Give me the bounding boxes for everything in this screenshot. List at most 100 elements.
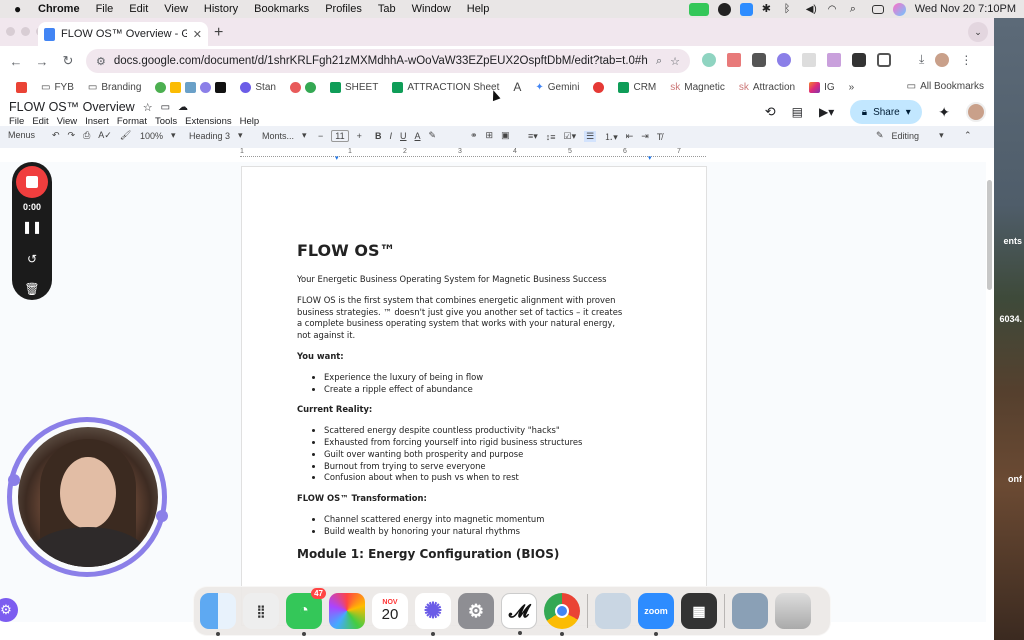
editing-mode-select[interactable]: ✎ Editing ▾ [876,130,944,141]
checklist-icon[interactable]: ☑▾ [564,131,577,142]
site-info-icon[interactable]: ⚙ [96,55,106,68]
webcam-resize-handle[interactable] [8,474,20,486]
bookmark-gemini[interactable]: ✦ Gemini [535,82,579,93]
pause-icon[interactable]: ❚❚ [12,220,52,234]
menubar-clock[interactable]: Wed Nov 20 7:10PM [915,3,1016,15]
extension-1-icon[interactable] [702,52,716,67]
bookmark-red-circle[interactable] [593,81,605,93]
bookmark-app-icon[interactable] [185,81,197,93]
sunburst-app-icon[interactable]: ✺ [415,593,451,636]
launchpad-icon[interactable]: ⣿ [243,593,279,629]
bookmark-a[interactable]: A [513,80,521,94]
webcam-resize-handle[interactable] [156,510,168,522]
star-icon[interactable]: ☆ [143,101,153,114]
messages-icon[interactable]: ◔ 47 [286,588,326,636]
text-color-icon[interactable]: A [415,131,421,141]
menubar-app-name[interactable]: Chrome [38,3,80,15]
scrollbar-thumb[interactable] [987,180,992,290]
menubar-view[interactable]: View [164,3,188,15]
menubar-window[interactable]: Window [412,3,451,15]
bookmark-branding[interactable]: ▭ Branding [88,82,141,93]
calendar-icon[interactable]: NOV 20 [372,593,408,629]
hide-menus-chevron-icon[interactable]: ⌃ [964,130,972,141]
webcam-bubble[interactable] [18,427,158,567]
menubar-bookmarks[interactable]: Bookmarks [254,3,309,15]
tab-search-chevron-icon[interactable]: ⌄ [968,22,988,42]
restart-icon[interactable]: ↺ [12,252,52,266]
redo-icon[interactable]: ↷ [68,130,76,141]
canva-icon[interactable] [155,81,167,93]
version-history-icon[interactable]: ⟲ [765,104,776,120]
italic-icon[interactable]: I [390,131,393,141]
align-icon[interactable]: ≡▾ [528,131,538,142]
gemini-sparkle-icon[interactable]: ✦ [938,104,950,121]
forward-arrow-icon[interactable]: → [34,54,50,69]
increase-font-size-icon[interactable]: + [357,131,362,141]
clear-formatting-icon[interactable]: T̸ [657,132,663,142]
photos-icon[interactable] [329,593,365,629]
spotlight-search-icon[interactable]: ⌕ [850,3,863,16]
wifi-icon[interactable]: ◠ [828,3,841,16]
vertical-scrollbar[interactable] [986,160,994,622]
reload-icon[interactable]: ↻ [60,53,76,69]
bookmark-sheet[interactable]: SHEET [329,81,378,93]
siri-icon[interactable] [892,2,906,16]
bulleted-list-icon[interactable]: ☰ [584,131,597,142]
add-comment-icon[interactable]: ⊞ [486,130,494,141]
comments-icon[interactable]: ▤ [792,105,803,119]
zoom-status-icon[interactable] [739,2,753,16]
doc-title[interactable]: FLOW OS™ Overview [9,100,135,114]
volume-icon[interactable]: ◀) [806,3,819,16]
menus-search[interactable]: Menus [8,130,35,140]
font-size-input[interactable]: 11 [331,130,349,142]
underline-icon[interactable]: U [400,131,407,141]
numbered-list-icon[interactable]: ⒈▾ [604,130,618,143]
all-bookmarks[interactable]: ▭ All Bookmarks [907,81,984,92]
bookmarks-overflow-chevron-icon[interactable]: » [849,82,855,93]
finder-icon[interactable] [200,593,236,636]
recent-app-icon[interactable] [595,593,631,629]
trash-icon[interactable] [775,593,811,629]
stop-recording-button[interactable] [16,166,48,198]
menubar-file[interactable]: File [96,3,114,15]
bookmark-fyb[interactable]: ▭ FYB [41,82,74,93]
share-button[interactable]: 🔒︎ Share ▾ [850,100,923,124]
paint-format-icon[interactable]: 🖌︎ [120,130,131,141]
downloads-stack-icon[interactable] [732,593,768,629]
menubar-edit[interactable]: Edit [129,3,148,15]
meet-video-icon[interactable]: ▶▾ [819,105,834,119]
menubar-profiles[interactable]: Profiles [325,3,362,15]
bookmark-star-icon[interactable]: ☆ [670,55,680,68]
extension-6-icon[interactable] [827,52,841,67]
close-tab-icon[interactable]: ✕ [193,28,202,41]
horizontal-ruler[interactable]: 1 1 2 3 4 5 6 7 ▾ ▾ [240,148,706,162]
bookmark-stan[interactable]: Stan [240,81,276,93]
extension-7-icon[interactable] [852,52,866,67]
undo-icon[interactable]: ↶ [52,130,60,141]
control-center-icon[interactable] [871,4,884,14]
decrease-indent-icon[interactable]: ⇤ [626,131,634,142]
system-settings-icon[interactable]: ⚙ [458,593,494,629]
bookmark-attraction-sheet[interactable]: ATTRACTION Sheet [392,81,499,93]
left-indent-marker-icon[interactable]: ▾ [335,154,339,162]
extension-4-icon[interactable] [777,52,791,67]
extension-2-icon[interactable] [727,52,741,67]
apple-icon[interactable]: ● [14,2,28,16]
close-window-button[interactable] [6,27,15,36]
tab-flow-os-overview[interactable]: FLOW OS™ Overview - Googl ✕ [38,22,208,46]
menubar-help[interactable]: Help [467,3,490,15]
bookmark-green-icon[interactable] [304,81,316,93]
bookmark-magnetic[interactable]: sk Magnetic [670,82,725,93]
tiktok-icon[interactable] [215,81,227,93]
menubar-tab[interactable]: Tab [378,3,396,15]
back-arrow-icon[interactable]: ← [8,54,24,69]
line-spacing-icon[interactable]: ↕≡ [546,132,556,142]
facetime-icon[interactable] [688,2,709,16]
minimize-window-button[interactable] [21,27,30,36]
brightness-icon[interactable]: ✱ [762,3,775,16]
delete-icon[interactable]: 🗑︎ [12,282,52,296]
document-page[interactable]: FLOW OS™ Your Energetic Business Operati… [241,166,707,626]
insert-image-icon[interactable]: ▣ [501,130,510,141]
w-app-icon[interactable] [717,2,731,16]
extension-3-icon[interactable] [752,52,766,67]
